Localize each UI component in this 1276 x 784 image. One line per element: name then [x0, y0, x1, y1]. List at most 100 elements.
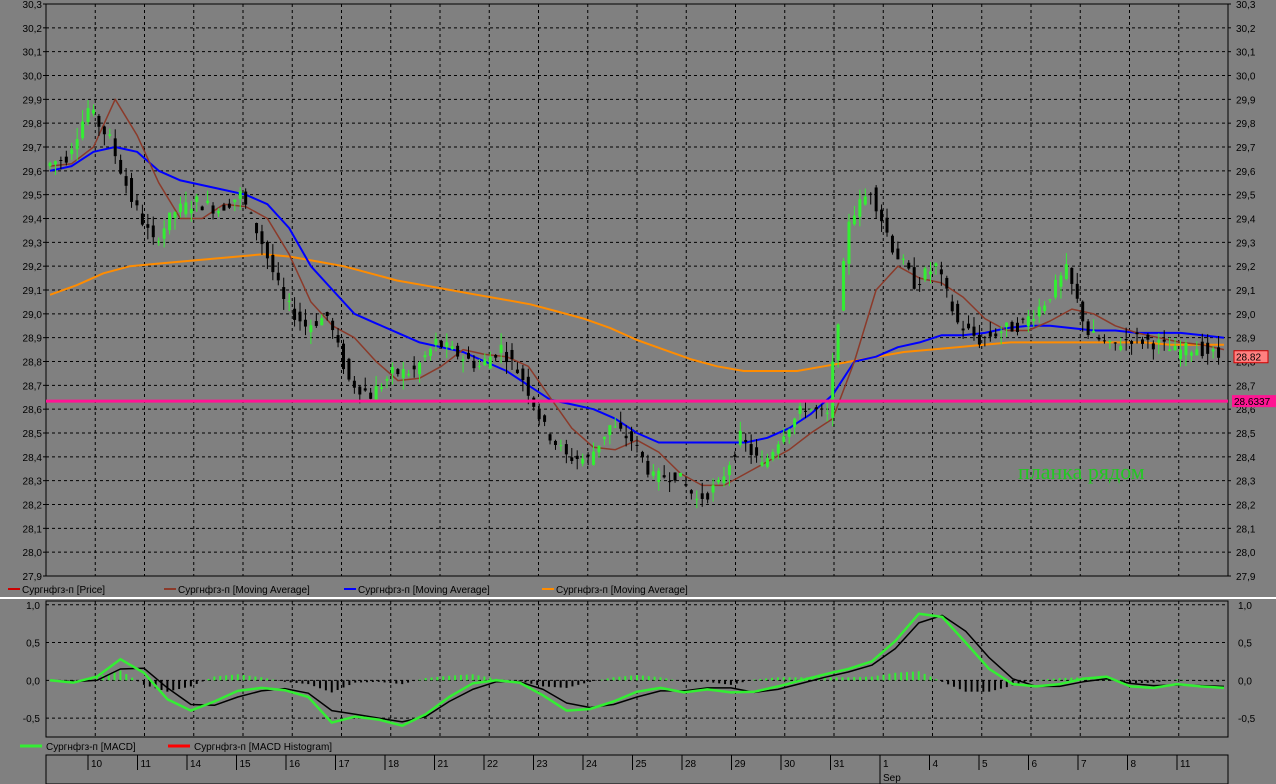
- candle-down: [1097, 337, 1101, 340]
- candle-up: [581, 458, 585, 464]
- price-y-tick-label: 27,9: [1236, 572, 1256, 583]
- candle-up: [787, 429, 791, 437]
- candle-down: [64, 156, 68, 163]
- candle-down: [331, 320, 335, 331]
- candle-up: [173, 212, 177, 218]
- price-y-tick-label: 30,2: [1236, 24, 1256, 35]
- time-axis-day-label: 6: [1032, 759, 1038, 770]
- candle-down: [124, 176, 128, 186]
- price-y-tick-label: 29,7: [23, 143, 43, 154]
- candle-up: [1157, 340, 1161, 343]
- price-y-tick-label: 28,7: [23, 381, 43, 392]
- candle-up: [168, 212, 172, 231]
- price-y-tick-label: 28,5: [23, 429, 43, 440]
- candle-up: [418, 362, 422, 375]
- candle-up: [934, 263, 938, 267]
- candle-down: [983, 337, 987, 339]
- candle-up: [711, 485, 715, 493]
- price-y-tick-label: 29,1: [23, 286, 43, 297]
- candle-up: [923, 268, 927, 280]
- candle-up: [809, 409, 813, 411]
- price-y-tick-label: 29,0: [1236, 310, 1256, 321]
- candle-down: [668, 481, 672, 483]
- legend-label: Сургнфгз-п [Moving Average]: [556, 584, 688, 596]
- candle-up: [825, 412, 829, 414]
- candle-down: [673, 472, 677, 481]
- time-axis-day-label: 10: [91, 759, 103, 770]
- candle-up: [48, 162, 52, 167]
- candle-down: [749, 444, 753, 455]
- month-label: Sep: [883, 773, 901, 784]
- candle-up: [1054, 279, 1058, 298]
- price-y-tick-label: 28,6: [23, 405, 43, 416]
- candle-down: [1151, 343, 1155, 350]
- macd-y-tick-label: 0,5: [1238, 639, 1252, 650]
- price-y-tick-label: 29,7: [1236, 143, 1256, 154]
- time-axis-day-label: 4: [933, 759, 939, 770]
- candle-down: [733, 455, 737, 457]
- candle-down: [890, 235, 894, 253]
- candle-down: [1021, 318, 1025, 320]
- price-y-tick-label: 30,1: [1236, 48, 1256, 59]
- candle-up: [287, 300, 291, 302]
- stock-chart: 27,9 28,0 28,1 28,2 28,3 28,4 28,5 28,6 28,7 28,8…: [0, 0, 1276, 784]
- candle-up: [765, 458, 769, 467]
- candle-down: [222, 204, 226, 211]
- candle-down: [972, 326, 976, 336]
- candle-down: [1086, 321, 1090, 336]
- candle-down: [515, 369, 519, 374]
- candle-up: [1059, 275, 1063, 287]
- candle-up: [157, 241, 161, 243]
- candle-up: [1043, 305, 1047, 312]
- candle-up: [901, 258, 905, 260]
- candle-up: [836, 324, 840, 361]
- price-y-tick-label: 28,3: [1236, 477, 1256, 488]
- candle-up: [597, 445, 601, 453]
- candle-up: [717, 479, 721, 483]
- time-axis-day-label: 1: [883, 759, 889, 770]
- candle-up: [423, 355, 427, 358]
- candle-up: [559, 445, 563, 447]
- candle-down: [744, 439, 748, 443]
- candle-down: [1015, 322, 1019, 332]
- candle-up: [695, 498, 699, 500]
- candle-up: [1184, 342, 1188, 356]
- candle-down: [640, 451, 644, 458]
- candle-up: [407, 373, 411, 376]
- price-y-tick-label: 29,1: [1236, 286, 1256, 297]
- candle-up: [1032, 319, 1036, 322]
- time-axis: 10 11 14 15 16 17 18 21 22 23 24 25 28 29 30 31 1 4 5 6 7 8 11…: [45, 754, 1229, 784]
- price-y-tick-label: 28,9: [1236, 334, 1256, 345]
- price-y-tick-label: 29,2: [1236, 262, 1256, 273]
- candle-up: [86, 108, 90, 122]
- candle-down: [146, 224, 150, 228]
- candle-down: [113, 138, 117, 157]
- candle-up: [760, 462, 764, 466]
- candle-up: [477, 365, 481, 367]
- candle-up: [793, 418, 797, 428]
- hline-tag-label: 28.6337: [1234, 397, 1271, 408]
- candle-down: [700, 493, 704, 499]
- candle-down: [630, 431, 634, 442]
- candle-up: [195, 196, 199, 202]
- candle-up: [178, 203, 182, 212]
- candle-up: [1168, 349, 1172, 352]
- candle-up: [852, 215, 856, 225]
- candle-down: [271, 254, 275, 273]
- candle-down: [869, 193, 873, 195]
- price-y-tick-label: 30,2: [23, 24, 43, 35]
- price-y-tick-label: 29,2: [23, 262, 43, 273]
- price-y-tick-label: 29,0: [23, 310, 43, 321]
- price-y-tick-label: 29,9: [23, 95, 43, 106]
- candle-up: [91, 109, 95, 114]
- candle-down: [352, 380, 356, 388]
- price-y-tick-label: 28,4: [23, 453, 43, 464]
- candle-down: [1200, 341, 1204, 357]
- candle-down: [1130, 341, 1134, 344]
- candle-up: [1119, 345, 1123, 351]
- candle-up: [847, 221, 851, 264]
- candle-up: [842, 261, 846, 311]
- candle-down: [755, 447, 759, 456]
- candle-down: [1113, 342, 1117, 344]
- candle-down: [548, 434, 552, 441]
